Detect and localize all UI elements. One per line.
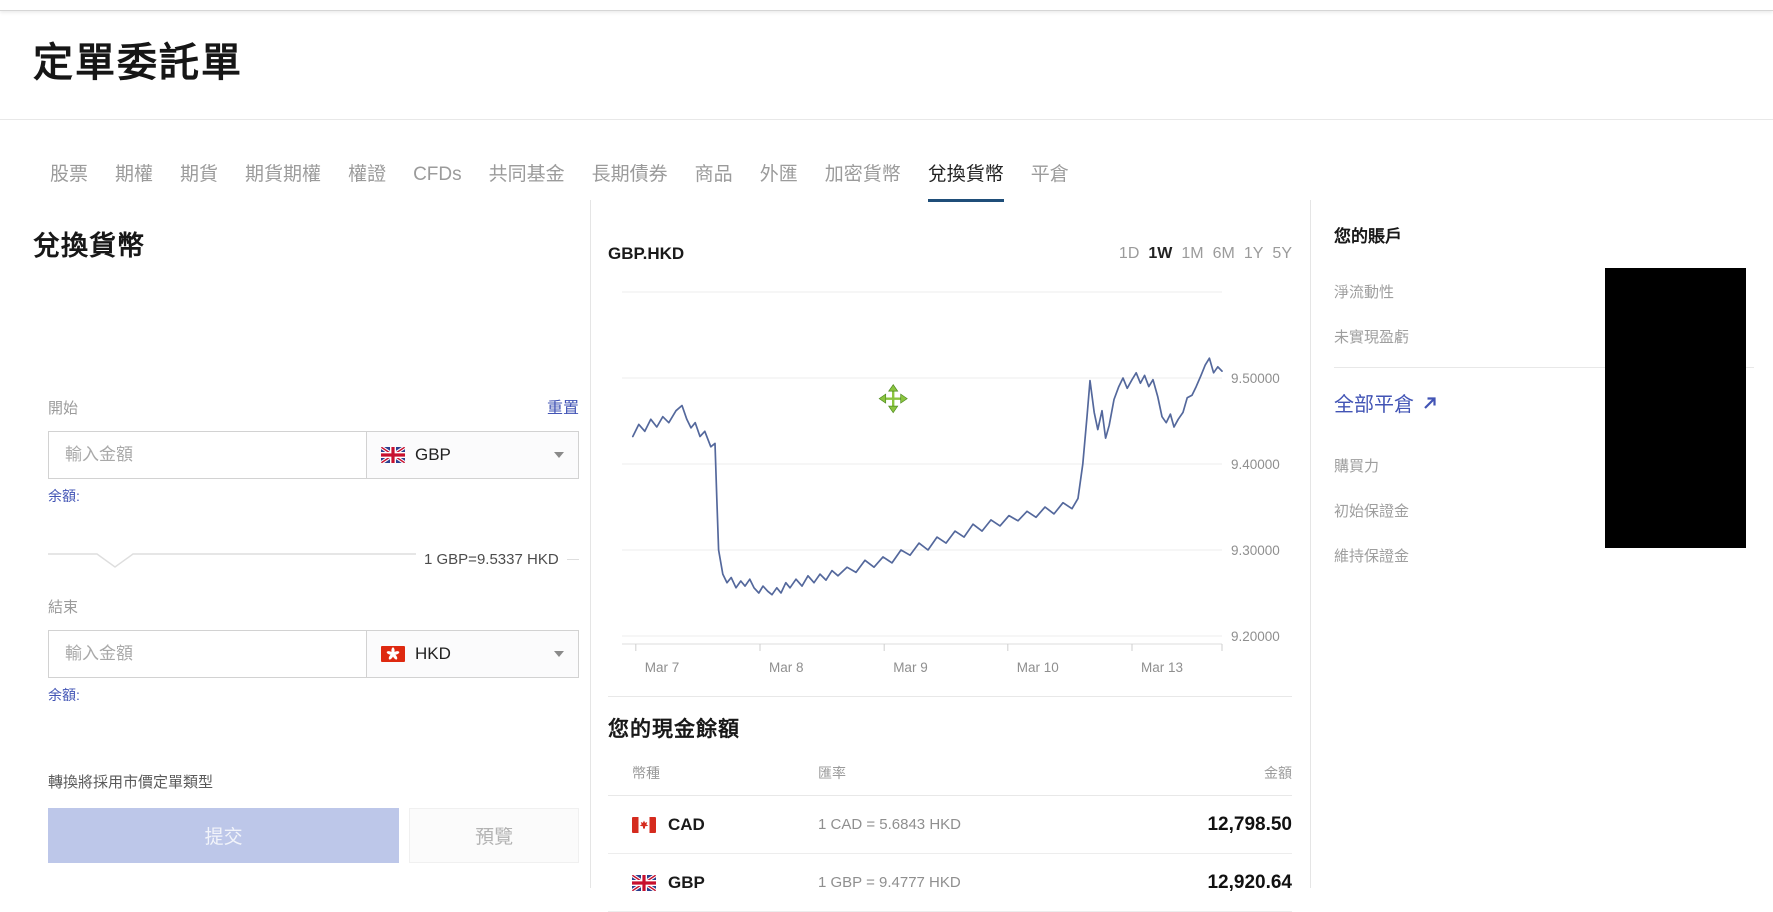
exchange-rate-text: 1 GBP=9.5337 HKD bbox=[424, 550, 559, 568]
to-amount-group: HKD bbox=[48, 630, 579, 678]
tab-currency-exchange[interactable]: 兌換貨幣 bbox=[927, 159, 1004, 202]
tab-commodities[interactable]: 商品 bbox=[695, 159, 733, 202]
cash-balances-heading: 您的現金餘額 bbox=[608, 718, 740, 741]
chart-header: GBP.HKD 1D 1W 1M 6M 1Y 5Y bbox=[608, 244, 1292, 264]
tab-stocks[interactable]: 股票 bbox=[50, 159, 88, 202]
rate-divider-notch bbox=[48, 553, 416, 568]
tab-options[interactable]: 期權 bbox=[115, 159, 153, 202]
account-item-maintenance-margin: 維持保證金 bbox=[1334, 548, 1410, 565]
cash-balances-table: 幣種 匯率 金額 CAD 1 CAD = 5.6843 HKD 12,798.5… bbox=[608, 763, 1292, 912]
column-header-rate: 匯率 bbox=[818, 765, 846, 781]
preview-button[interactable]: 預覽 bbox=[409, 808, 579, 863]
y-axis-label: 9.20000 bbox=[1231, 629, 1280, 644]
market-order-note: 轉換將採用市價定單類型 bbox=[48, 774, 214, 791]
column-header-currency: 幣種 bbox=[632, 765, 660, 781]
chart-symbol: GBP.HKD bbox=[608, 244, 685, 263]
rate-divider-tail bbox=[566, 558, 579, 560]
range-5y[interactable]: 5Y bbox=[1272, 245, 1292, 263]
tab-futures[interactable]: 期貨 bbox=[180, 159, 218, 202]
converter-form: 開始 重置 GBP 余額: 1 GBP=9.5337 HK bbox=[48, 394, 579, 863]
x-axis-label: Mar 8 bbox=[769, 660, 804, 675]
reset-link[interactable]: 重置 bbox=[547, 394, 579, 418]
account-panel: 您的賬戶 淨流動性 未實現盈虧 全部平倉 購買力 初始保證金 維持保證金 bbox=[1334, 200, 1754, 566]
price-line-series bbox=[631, 357, 1223, 596]
x-axis-label: Mar 10 bbox=[1017, 660, 1059, 675]
from-label: 開始 bbox=[48, 400, 79, 417]
currency-rate: 1 GBP = 9.4777 HKD bbox=[818, 874, 961, 891]
from-amount-input[interactable] bbox=[49, 432, 366, 478]
window-top-edge bbox=[0, 0, 1773, 11]
tab-cfds[interactable]: CFDs bbox=[413, 164, 462, 202]
y-axis-label: 9.40000 bbox=[1231, 457, 1280, 472]
from-currency-code: GBP bbox=[415, 445, 451, 464]
tab-close-positions[interactable]: 平倉 bbox=[1031, 159, 1069, 202]
uk-flag-icon bbox=[381, 447, 405, 463]
x-axis-label: Mar 7 bbox=[645, 660, 680, 675]
exchange-rate-row: 1 GBP=9.5337 HKD bbox=[48, 548, 579, 570]
currency-exchange-panel: 兌換貨幣 開始 重置 GBP 余額: bbox=[33, 200, 580, 863]
from-currency-select[interactable]: GBP bbox=[366, 432, 578, 478]
section-divider bbox=[608, 696, 1292, 697]
asset-class-tabs: 股票 期權 期貨 期貨期權 權證 CFDs 共同基金 長期債券 商品 外匯 加密… bbox=[50, 146, 1069, 202]
x-axis-label: Mar 13 bbox=[1141, 660, 1183, 675]
tab-crypto[interactable]: 加密貨幣 bbox=[825, 159, 901, 202]
tab-warrants[interactable]: 權證 bbox=[348, 159, 386, 202]
move-cursor-icon bbox=[878, 384, 908, 414]
uk-flag-icon bbox=[632, 874, 656, 891]
tab-forex[interactable]: 外匯 bbox=[760, 159, 798, 202]
currency-amount: 12,798.50 bbox=[1207, 813, 1292, 835]
to-amount-input[interactable] bbox=[49, 631, 366, 677]
column-divider-left bbox=[590, 200, 591, 888]
to-label: 結束 bbox=[48, 599, 79, 616]
account-heading: 您的賬戶 bbox=[1334, 227, 1402, 246]
y-axis-label: 9.50000 bbox=[1231, 371, 1280, 386]
canada-flag-icon bbox=[632, 816, 656, 833]
chevron-down-icon bbox=[554, 452, 564, 458]
from-balance-label: 余額: bbox=[48, 488, 80, 504]
submit-button[interactable]: 提交 bbox=[48, 808, 400, 863]
range-1d[interactable]: 1D bbox=[1119, 245, 1139, 263]
hk-flag-icon bbox=[381, 646, 405, 662]
y-axis-label: 9.30000 bbox=[1231, 543, 1280, 558]
title-divider bbox=[0, 119, 1773, 120]
arrow-up-right-icon bbox=[1424, 396, 1436, 409]
cash-table-header: 幣種 匯率 金額 bbox=[608, 763, 1292, 796]
from-amount-group: GBP bbox=[48, 431, 579, 479]
tab-mutual-funds[interactable]: 共同基金 bbox=[489, 159, 565, 202]
range-6m[interactable]: 6M bbox=[1213, 245, 1235, 263]
to-currency-code: HKD bbox=[415, 644, 451, 663]
page-title: 定單委託單 bbox=[33, 41, 243, 85]
currency-amount: 12,920.64 bbox=[1207, 871, 1292, 893]
chart-range-selector: 1D 1W 1M 6M 1Y 5Y bbox=[1119, 245, 1292, 263]
range-1y[interactable]: 1Y bbox=[1244, 245, 1264, 263]
table-row-cad[interactable]: CAD 1 CAD = 5.6843 HKD 12,798.50 bbox=[608, 796, 1292, 854]
tab-futures-options[interactable]: 期貨期權 bbox=[245, 159, 321, 202]
price-chart[interactable]: 9.50000 9.40000 9.30000 9.20000 Mar 7 Mar 8 Ma… bbox=[608, 288, 1292, 693]
converter-heading: 兌換貨幣 bbox=[33, 231, 145, 261]
redacted-account-values bbox=[1605, 268, 1746, 548]
table-row-gbp[interactable]: GBP 1 GBP = 9.4777 HKD 12,920.64 bbox=[608, 854, 1292, 912]
currency-code: GBP bbox=[668, 872, 705, 892]
price-chart-svg[interactable]: 9.50000 9.40000 9.30000 9.20000 Mar 7 Mar 8 Ma… bbox=[608, 288, 1292, 688]
currency-code: CAD bbox=[668, 814, 705, 834]
to-balance-label: 余額: bbox=[48, 687, 80, 703]
range-1m[interactable]: 1M bbox=[1181, 245, 1203, 263]
currency-rate: 1 CAD = 5.6843 HKD bbox=[818, 816, 961, 833]
range-1w[interactable]: 1W bbox=[1148, 245, 1172, 263]
chart-and-balances-panel: GBP.HKD 1D 1W 1M 6M 1Y 5Y 9.50000 9.40000… bbox=[608, 200, 1292, 912]
column-divider-right bbox=[1310, 200, 1311, 888]
to-currency-select[interactable]: HKD bbox=[366, 631, 578, 677]
chevron-down-icon bbox=[554, 651, 564, 657]
tab-bonds[interactable]: 長期債券 bbox=[592, 159, 668, 202]
close-all-label: 全部平倉 bbox=[1334, 394, 1414, 416]
column-header-amount: 金額 bbox=[1264, 765, 1292, 781]
x-axis-label: Mar 9 bbox=[893, 660, 928, 675]
